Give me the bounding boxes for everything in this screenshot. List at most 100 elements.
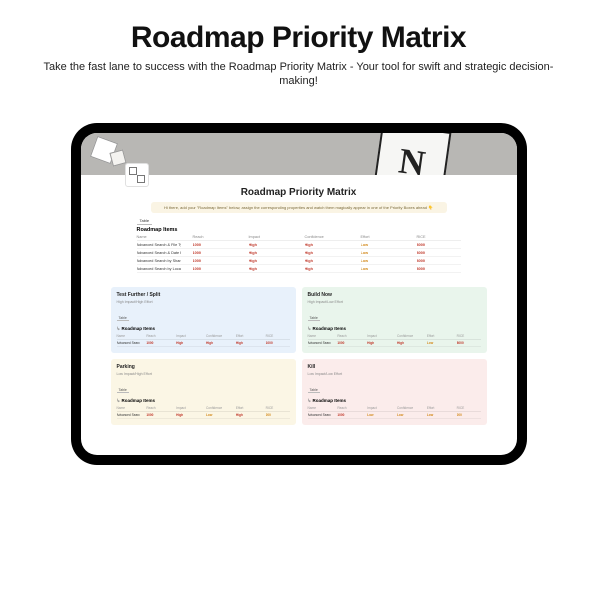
- col-confidence[interactable]: Confidence: [397, 334, 421, 338]
- database-title[interactable]: Roadmap Items: [308, 326, 481, 332]
- cell-confidence[interactable]: High: [305, 267, 349, 271]
- cell-confidence[interactable]: High: [206, 341, 230, 345]
- col-effort[interactable]: Effort: [427, 406, 451, 410]
- cell-confidence[interactable]: High: [305, 251, 349, 255]
- cell-impact[interactable]: High: [249, 251, 293, 255]
- col-confidence[interactable]: Confidence: [305, 235, 349, 239]
- view-tab-table[interactable]: Table: [308, 316, 320, 321]
- cell-effort[interactable]: Low: [361, 251, 405, 255]
- col-reach[interactable]: Reach: [337, 334, 361, 338]
- cell-rice[interactable]: 200: [266, 413, 290, 417]
- cell-impact[interactable]: High: [249, 267, 293, 271]
- cell-reach[interactable]: 1000: [193, 267, 237, 271]
- col-reach[interactable]: Reach: [337, 406, 361, 410]
- view-tab-table[interactable]: Table: [117, 316, 129, 321]
- cell-effort[interactable]: Low: [427, 341, 451, 345]
- view-tab-table[interactable]: Table: [308, 388, 320, 393]
- col-rice[interactable]: RICE: [266, 334, 290, 338]
- cell-impact[interactable]: High: [176, 341, 200, 345]
- cell-confidence[interactable]: High: [397, 341, 421, 345]
- col-name[interactable]: Name: [117, 406, 141, 410]
- col-rice[interactable]: RICE: [266, 406, 290, 410]
- col-name[interactable]: Name: [137, 235, 181, 239]
- database-title[interactable]: Roadmap Items: [117, 398, 290, 404]
- cell-effort[interactable]: Low: [361, 267, 405, 271]
- table-row[interactable]: Advanced Search by Shared 1000 High Low …: [117, 412, 290, 419]
- cell-name[interactable]: Advanced Search by Shared: [137, 259, 181, 263]
- table-row[interactable]: Advanced Search & Date Range 1000 High H…: [137, 249, 461, 257]
- col-confidence[interactable]: Confidence: [397, 406, 421, 410]
- cell-effort[interactable]: High: [236, 341, 260, 345]
- cell-effort[interactable]: Low: [361, 259, 405, 263]
- col-rice[interactable]: RICE: [457, 334, 481, 338]
- cell-name[interactable]: Advanced Search by Shared: [117, 413, 141, 417]
- col-confidence[interactable]: Confidence: [206, 334, 230, 338]
- database-title[interactable]: Roadmap Items: [308, 398, 481, 404]
- col-impact[interactable]: Impact: [249, 235, 293, 239]
- cell-rice[interactable]: 200: [457, 413, 481, 417]
- col-name[interactable]: Name: [117, 334, 141, 338]
- cell-name[interactable]: Advanced Search by Location: [308, 413, 332, 417]
- view-tab-table[interactable]: Table: [117, 388, 129, 393]
- col-name[interactable]: Name: [308, 334, 332, 338]
- cell-rice[interactable]: 1000: [266, 341, 290, 345]
- cell-reach[interactable]: 1000: [146, 413, 170, 417]
- table-row[interactable]: Advanced Search & Date Range 1000 High H…: [308, 340, 481, 347]
- cell-reach[interactable]: 1000: [146, 341, 170, 345]
- table-row[interactable]: Advanced Search by Shared 1000 High High…: [137, 257, 461, 265]
- col-reach[interactable]: Reach: [193, 235, 237, 239]
- cell-name[interactable]: Advanced Search & File Types: [117, 341, 141, 345]
- cell-confidence[interactable]: High: [305, 259, 349, 263]
- cell-reach[interactable]: 1000: [193, 243, 237, 247]
- cell-impact[interactable]: High: [249, 243, 293, 247]
- col-reach[interactable]: Reach: [146, 406, 170, 410]
- cell-rice[interactable]: 8000: [417, 243, 461, 247]
- priority-matrix: Test Further / Split High Impact/High Ef…: [81, 287, 517, 435]
- cell-reach[interactable]: 1000: [193, 259, 237, 263]
- cell-reach[interactable]: 1000: [337, 413, 361, 417]
- cell-reach[interactable]: 1000: [337, 341, 361, 345]
- database-title[interactable]: Roadmap Items: [117, 326, 290, 332]
- cell-impact[interactable]: High: [367, 341, 391, 345]
- col-reach[interactable]: Reach: [146, 334, 170, 338]
- col-effort[interactable]: Effort: [236, 334, 260, 338]
- col-rice[interactable]: RICE: [417, 235, 461, 239]
- col-name[interactable]: Name: [308, 406, 332, 410]
- cell-confidence[interactable]: Low: [397, 413, 421, 417]
- cell-impact[interactable]: Low: [367, 413, 391, 417]
- col-impact[interactable]: Impact: [176, 334, 200, 338]
- cell-confidence[interactable]: High: [305, 243, 349, 247]
- cell-effort[interactable]: Low: [427, 413, 451, 417]
- col-effort[interactable]: Effort: [236, 406, 260, 410]
- table-row[interactable]: Advanced Search & File Types 1000 High H…: [117, 340, 290, 347]
- cell-rice[interactable]: 8000: [457, 341, 481, 345]
- cell-name[interactable]: Advanced Search by Location: [137, 267, 181, 271]
- col-effort[interactable]: Effort: [427, 334, 451, 338]
- page-icon[interactable]: [125, 163, 149, 187]
- table-row[interactable]: Advanced Search & File Types 1000 High H…: [137, 241, 461, 249]
- col-confidence[interactable]: Confidence: [206, 406, 230, 410]
- cell-name[interactable]: Advanced Search & Date Range: [137, 251, 181, 255]
- table-row[interactable]: Advanced Search by Location 1000 Low Low…: [308, 412, 481, 419]
- cell-name[interactable]: Advanced Search & File Types: [137, 243, 181, 247]
- database-title[interactable]: Roadmap Items: [111, 227, 487, 233]
- col-impact[interactable]: Impact: [176, 406, 200, 410]
- cell-impact[interactable]: High: [249, 259, 293, 263]
- cell-impact[interactable]: High: [176, 413, 200, 417]
- table-row[interactable]: Advanced Search by Location 1000 High Hi…: [137, 265, 461, 273]
- view-tab-table[interactable]: Table: [137, 217, 153, 225]
- page-title[interactable]: Roadmap Priority Matrix: [111, 187, 487, 198]
- hero-subtitle: Take the fast lane to success with the R…: [30, 60, 567, 90]
- cell-confidence[interactable]: Low: [206, 413, 230, 417]
- col-effort[interactable]: Effort: [361, 235, 405, 239]
- col-impact[interactable]: Impact: [367, 406, 391, 410]
- cell-name[interactable]: Advanced Search & Date Range: [308, 341, 332, 345]
- cell-rice[interactable]: 8000: [417, 267, 461, 271]
- cell-effort[interactable]: High: [236, 413, 260, 417]
- col-rice[interactable]: RICE: [457, 406, 481, 410]
- cell-effort[interactable]: Low: [361, 243, 405, 247]
- cell-rice[interactable]: 8000: [417, 251, 461, 255]
- cell-reach[interactable]: 1000: [193, 251, 237, 255]
- cell-rice[interactable]: 8000: [417, 259, 461, 263]
- col-impact[interactable]: Impact: [367, 334, 391, 338]
